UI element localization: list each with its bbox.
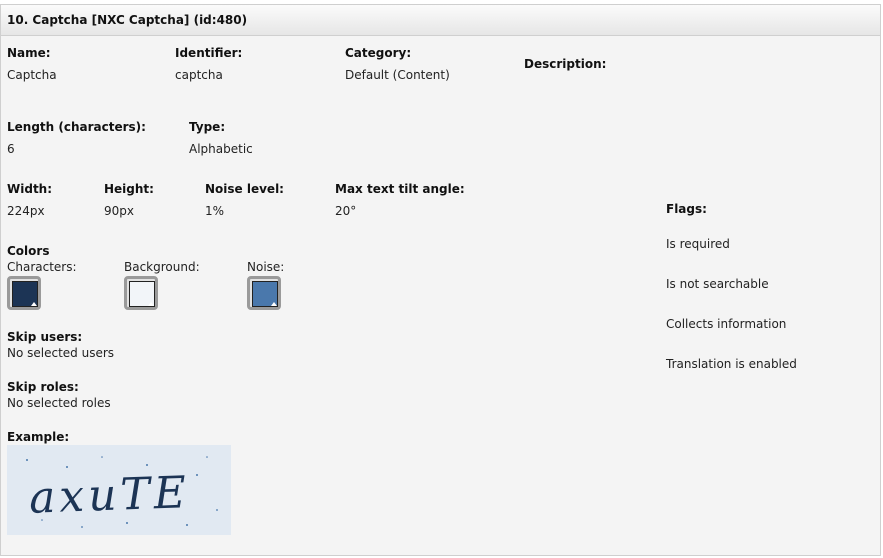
flag-item: Is not searchable	[666, 277, 769, 291]
flag-item: Collects information	[666, 317, 787, 331]
name-value: Captcha	[7, 68, 57, 82]
category-label: Category:	[345, 46, 412, 60]
skip-roles-value: No selected roles	[7, 396, 111, 410]
identifier-value: captcha	[175, 68, 223, 82]
max-tilt-label: Max text tilt angle:	[335, 182, 465, 196]
noise-level-value: 1%	[205, 204, 225, 218]
attribute-title: 10. Captcha [NXC Captcha] (id:480)	[7, 13, 248, 27]
height-label: Height:	[104, 182, 154, 196]
example-label: Example:	[7, 430, 70, 444]
length-value: 6	[7, 142, 15, 156]
skip-users-label: Skip users:	[7, 330, 83, 344]
width-value: 224px	[7, 204, 45, 218]
colors-label: Colors	[7, 244, 50, 258]
width-label: Width:	[7, 182, 53, 196]
attribute-panel: 10. Captcha [NXC Captcha] (id:480) Name:…	[0, 4, 881, 556]
noise-level-label: Noise level:	[205, 182, 284, 196]
skip-users-value: No selected users	[7, 346, 115, 360]
captcha-text: axuTE	[28, 467, 191, 524]
background-color-picker[interactable]	[124, 276, 158, 310]
panel-header: 10. Captcha [NXC Captcha] (id:480)	[1, 5, 880, 36]
picker-arrow-icon	[31, 302, 37, 306]
noise-color-label: Noise:	[247, 260, 285, 274]
category-value: Default (Content)	[345, 68, 450, 82]
flags-label: Flags:	[666, 202, 707, 216]
type-label: Type:	[189, 120, 226, 134]
background-color-label: Background:	[124, 260, 200, 274]
max-tilt-value: 20°	[335, 204, 357, 218]
height-value: 90px	[104, 204, 134, 218]
captcha-example-image: axuTE	[7, 445, 231, 535]
identifier-label: Identifier:	[175, 46, 243, 60]
name-label: Name:	[7, 46, 51, 60]
length-label: Length (characters):	[7, 120, 146, 134]
noise-color-picker[interactable]	[247, 276, 281, 310]
type-value: Alphabetic	[189, 142, 253, 156]
characters-color-picker[interactable]	[7, 276, 41, 310]
picker-arrow-icon	[271, 302, 277, 306]
picker-arrow-icon	[148, 302, 154, 306]
skip-roles-label: Skip roles:	[7, 380, 79, 394]
flag-item: Translation is enabled	[666, 357, 797, 371]
flag-item: Is required	[666, 237, 730, 251]
characters-color-label: Characters:	[7, 260, 77, 274]
description-label: Description:	[524, 57, 607, 71]
